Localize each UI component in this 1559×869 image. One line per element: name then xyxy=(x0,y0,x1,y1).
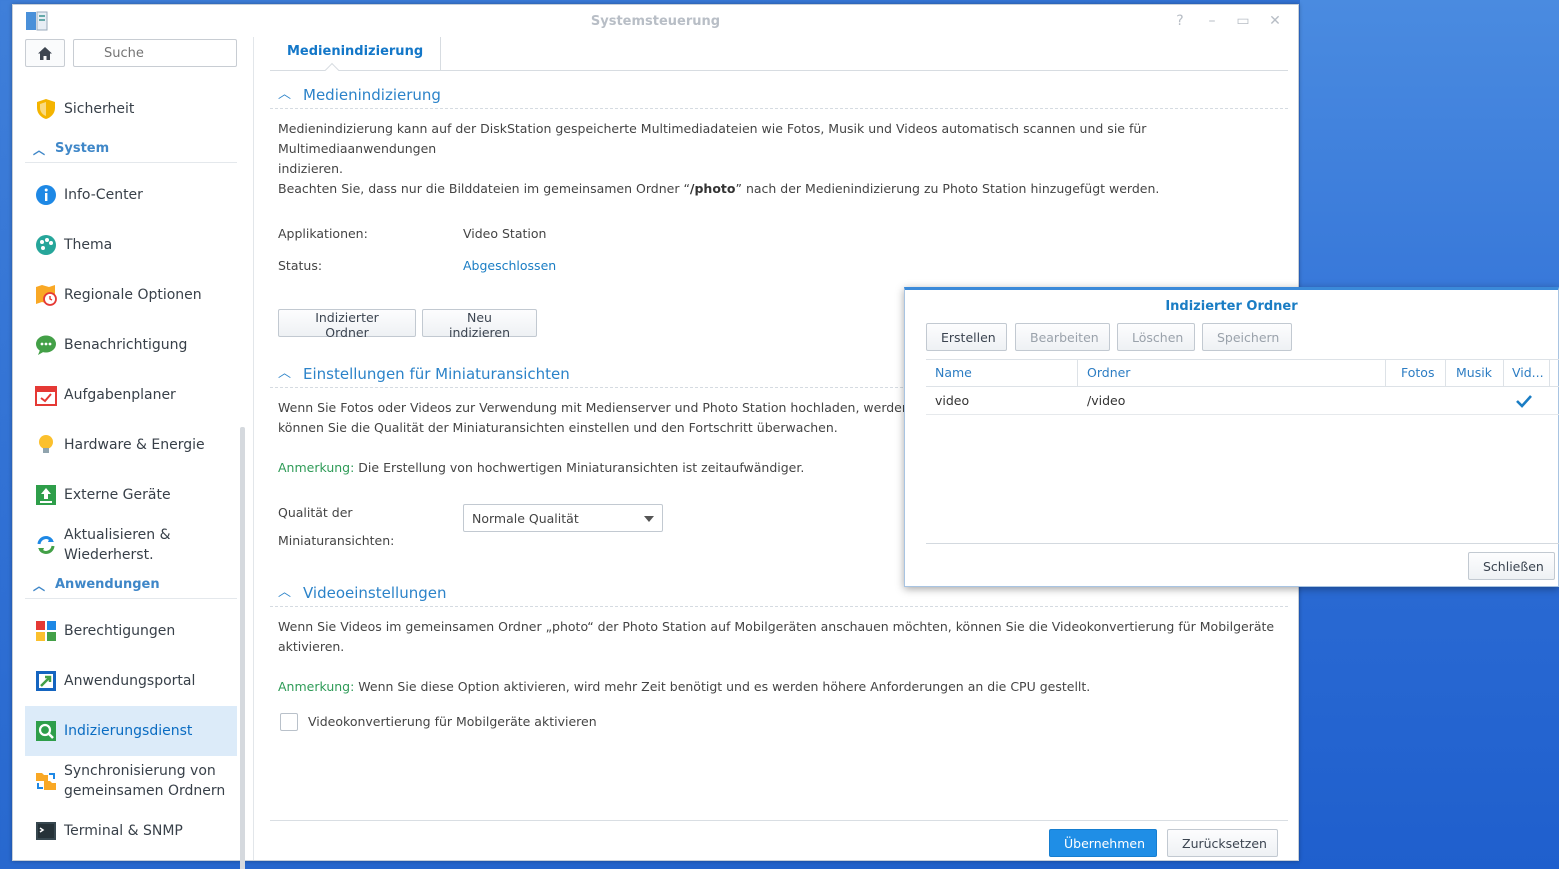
chevron-up-icon: ︿ xyxy=(278,585,292,600)
title-bar[interactable]: Systemsteuerung ? – ▭ ✕ xyxy=(13,5,1298,37)
chevron-up-icon: ︿ xyxy=(278,87,292,102)
terminal-icon xyxy=(35,820,57,842)
delete-button[interactable]: Löschen xyxy=(1117,323,1195,351)
chevron-up-icon: ︿ xyxy=(278,366,292,381)
sidebar-item-benachrichtigung[interactable]: Benachrichtigung xyxy=(25,320,237,370)
window-title: Systemsteuerung xyxy=(590,14,721,29)
index-search-icon xyxy=(35,720,57,742)
info-icon xyxy=(35,184,57,206)
refresh-icon xyxy=(35,534,57,556)
sidebar-item-info-center[interactable]: Info-Center xyxy=(25,170,237,220)
sidebar-item-aufgabenplaner[interactable]: Aufgabenplaner xyxy=(25,370,237,420)
column-folder[interactable]: Ordner xyxy=(1078,360,1386,387)
home-button[interactable] xyxy=(25,39,65,67)
sidebar-item-terminal-snmp[interactable]: Terminal & SNMP xyxy=(25,806,237,856)
apps-value: Video Station xyxy=(463,226,547,241)
chevron-up-icon: ︿ xyxy=(33,143,46,157)
checkmark-icon xyxy=(1516,387,1546,415)
column-photos[interactable]: Fotos xyxy=(1386,360,1446,387)
save-button[interactable]: Speichern xyxy=(1202,323,1292,351)
edit-button[interactable]: Bearbeiten xyxy=(1015,323,1110,351)
sidebar-item-hardware-energie[interactable]: Hardware & Energie xyxy=(25,420,237,470)
media-photo-note: Beachten Sie, dass nur die Bilddateien i… xyxy=(278,181,1160,196)
column-music[interactable]: Musik xyxy=(1446,360,1504,387)
table-header: Name Ordner Fotos Musik Vid... xyxy=(926,359,1559,387)
quality-label-line2: Miniaturansichten: xyxy=(278,533,395,548)
table-row[interactable]: video /video xyxy=(926,387,1559,415)
column-name[interactable]: Name xyxy=(926,360,1078,387)
sidebar-item-sicherheit[interactable]: Sicherheit xyxy=(25,84,237,134)
tab-bar: Medienindizierung xyxy=(270,37,1288,71)
apps-label: Applikationen: xyxy=(278,226,368,241)
folder-sync-icon xyxy=(35,770,57,792)
upload-device-icon xyxy=(35,484,57,506)
cell-folder: /video xyxy=(1087,393,1126,408)
portal-icon xyxy=(35,670,57,692)
video-conversion-checkbox[interactable] xyxy=(280,713,298,731)
home-icon xyxy=(38,46,52,60)
sidebar: Sicherheit ︿ System Info-Center Thema Re… xyxy=(13,37,253,869)
lightbulb-icon xyxy=(35,434,57,456)
sidebar-item-anwendungsportal[interactable]: Anwendungsportal xyxy=(25,656,237,706)
footer-divider xyxy=(270,820,1288,821)
palette-icon xyxy=(35,234,57,256)
close-button[interactable]: Schließen xyxy=(1468,552,1555,580)
status-label: Status: xyxy=(278,258,323,273)
sidebar-item-synchronisierung[interactable]: Synchronisierung von gemeinsamen Ordnern xyxy=(25,756,237,806)
status-value: Abgeschlossen xyxy=(463,258,557,273)
close-icon[interactable]: ✕ xyxy=(1267,13,1283,29)
sidebar-item-indizierungsdienst[interactable]: Indizierungsdienst xyxy=(25,706,237,756)
sidebar-item-berechtigungen[interactable]: Berechtigungen xyxy=(25,606,237,656)
chat-bubble-icon xyxy=(35,334,57,356)
calendar-icon xyxy=(35,384,57,406)
cell-name: video xyxy=(935,393,970,408)
map-clock-icon xyxy=(35,284,57,306)
section-system[interactable]: ︿ System xyxy=(25,139,237,163)
tab-medienindizierung[interactable]: Medienindizierung xyxy=(270,37,442,71)
section-medienindizierung[interactable]: ︿ Medienindizierung xyxy=(270,85,1288,109)
folder-table: Name Ordner Fotos Musik Vid... video /vi… xyxy=(926,359,1559,544)
indexed-folder-dialog: Indizierter Ordner Erstellen Bearbeiten … xyxy=(904,287,1559,587)
minimize-icon[interactable]: – xyxy=(1204,13,1220,29)
reindex-button[interactable]: Neu indizieren xyxy=(422,309,537,340)
maximize-icon[interactable]: ▭ xyxy=(1235,13,1251,29)
create-button[interactable]: Erstellen xyxy=(926,323,1007,351)
media-description: Medienindizierung kann auf der DiskStati… xyxy=(278,121,1147,176)
apply-button[interactable]: Übernehmen xyxy=(1049,829,1157,857)
video-conversion-label: Videokonvertierung für Mobilgeräte aktiv… xyxy=(308,714,597,729)
permissions-grid-icon xyxy=(35,620,57,642)
indexed-folder-button[interactable]: Indizierter Ordner xyxy=(278,309,416,340)
sidebar-item-regionale-optionen[interactable]: Regionale Optionen xyxy=(25,270,237,320)
chevron-down-icon xyxy=(644,516,654,522)
video-note: Anmerkung: Wenn Sie diese Option aktivie… xyxy=(278,679,1091,694)
reset-button[interactable]: Zurücksetzen xyxy=(1167,829,1278,857)
chevron-up-icon: ︿ xyxy=(33,579,46,593)
quality-label-line1: Qualität der xyxy=(278,505,353,520)
sidebar-item-externe-geraete[interactable]: Externe Geräte xyxy=(25,470,237,520)
search-input[interactable] xyxy=(73,39,237,67)
column-video[interactable]: Vid... xyxy=(1504,360,1550,387)
sidebar-item-thema[interactable]: Thema xyxy=(25,220,237,270)
section-anwendungen[interactable]: ︿ Anwendungen xyxy=(25,575,237,599)
sidebar-scrollbar[interactable] xyxy=(240,427,245,869)
video-description: Wenn Sie Videos im gemeinsamen Ordner „p… xyxy=(278,619,1275,654)
dialog-title: Indizierter Ordner xyxy=(1165,299,1298,314)
help-icon[interactable]: ? xyxy=(1172,13,1188,29)
quality-select[interactable]: Normale Qualität xyxy=(463,504,663,532)
shield-icon xyxy=(35,98,57,120)
sidebar-item-aktualisieren[interactable]: Aktualisieren & Wiederherst. xyxy=(25,520,237,570)
